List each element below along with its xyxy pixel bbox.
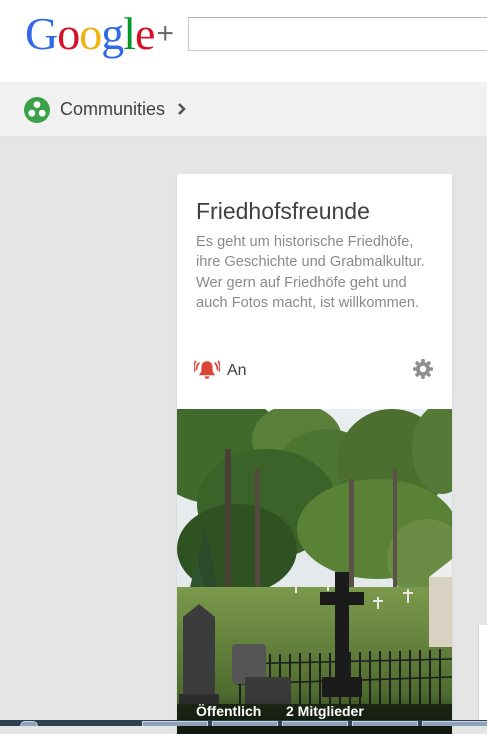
top-bar: Google+ [0, 0, 487, 82]
breadcrumb: Communities [0, 82, 487, 137]
taskbar-button-1[interactable] [142, 721, 208, 726]
community-card[interactable]: Friedhofsfreunde Es geht um historische … [177, 174, 452, 734]
logo-plus: + [156, 17, 174, 50]
right-panel-edge [478, 625, 487, 720]
logo-letter: o [57, 8, 80, 59]
taskbar-button-4[interactable] [352, 721, 418, 726]
google-plus-logo[interactable]: Google+ [25, 6, 174, 68]
breadcrumb-communities-link[interactable]: Communities [60, 97, 165, 121]
community-description: Es geht um historische Friedhöfe, ihre G… [196, 234, 425, 312]
bell-icon [194, 360, 220, 379]
logo-letter: l [123, 8, 136, 59]
chevron-right-icon [178, 103, 186, 115]
logo-letter: e [135, 8, 155, 59]
start-button[interactable] [20, 721, 38, 726]
logo-letter: g [101, 8, 124, 59]
search-input[interactable] [188, 17, 487, 51]
community-cover-photo[interactable] [177, 409, 452, 734]
taskbar-button-3[interactable] [282, 721, 348, 726]
communities-icon[interactable] [24, 97, 50, 123]
community-members-count[interactable]: 2 Mitglieder [286, 702, 364, 720]
notifications-label: An [227, 362, 247, 379]
logo-letter: G [25, 8, 58, 59]
community-visibility: Öffentlich [196, 703, 262, 719]
gear-icon[interactable] [412, 358, 434, 380]
logo-wordmark: Google [25, 8, 155, 59]
community-title[interactable]: Friedhofsfreunde [196, 196, 370, 226]
taskbar-button-2[interactable] [212, 721, 278, 726]
taskbar-button-5[interactable] [422, 721, 487, 726]
logo-letter: o [79, 8, 102, 59]
